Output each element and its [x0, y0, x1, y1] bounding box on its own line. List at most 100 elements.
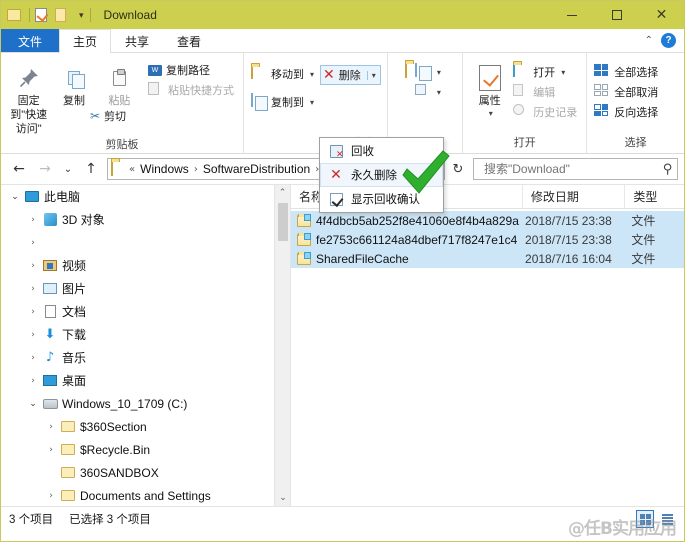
- tab-home[interactable]: 主页: [59, 29, 112, 53]
- minimize-button[interactable]: [549, 1, 594, 29]
- nav-item-documents-and-settings[interactable]: › Documents and Settings: [1, 484, 290, 506]
- paste-shortcut-button[interactable]: 粘贴快捷方式: [146, 81, 238, 99]
- breadcrumb-item-windows[interactable]: Windows: [138, 162, 191, 176]
- chevron-right-icon[interactable]: ›: [43, 491, 59, 501]
- breadcrumb-item-softwaredistribution[interactable]: SoftwareDistribution: [201, 162, 312, 176]
- column-header-date[interactable]: 修改日期: [523, 185, 626, 209]
- nav-item-row-2[interactable]: ›: [1, 231, 290, 254]
- nav-item--recycle-bin[interactable]: › $Recycle.Bin: [1, 438, 290, 461]
- chevron-down-icon[interactable]: ▾: [310, 70, 314, 79]
- chevron-down-icon[interactable]: ▾: [437, 68, 441, 77]
- copy-to-button[interactable]: 复制到 ▾: [249, 93, 318, 111]
- chevron-right-icon[interactable]: ›: [25, 238, 41, 248]
- chevron-down-icon[interactable]: ▾: [489, 109, 493, 119]
- chevron-down-icon[interactable]: ⌄: [7, 192, 23, 202]
- paste-icon[interactable]: [55, 7, 71, 23]
- chevron-right-icon[interactable]: ›: [43, 422, 59, 432]
- search-icon[interactable]: ⚲: [663, 162, 673, 177]
- properties-icon[interactable]: [35, 7, 51, 23]
- folder-icon: [297, 232, 311, 246]
- explorer-body: ⌄ 此电脑 › 3D 对象 › › 视频 › 图片 › 文档 › ⬇ 下载 › ♪ 音乐 › 桌面 ⌄ Windows_…: [1, 184, 684, 506]
- chevron-right-icon[interactable]: ›: [43, 445, 59, 455]
- nav-item-3d-[interactable]: › 3D 对象: [1, 208, 290, 231]
- chevron-right-icon[interactable]: ›: [25, 215, 41, 225]
- chevron-down-icon[interactable]: ▾: [561, 68, 565, 77]
- back-button[interactable]: ←: [7, 157, 31, 181]
- easy-access-button[interactable]: ▾: [413, 83, 445, 101]
- tab-file[interactable]: 文件: [1, 29, 60, 52]
- nav-item--[interactable]: › 桌面: [1, 369, 290, 392]
- refresh-button[interactable]: ↻: [447, 158, 469, 180]
- nav-item--360section[interactable]: › $360Section: [1, 415, 290, 438]
- tab-view[interactable]: 查看: [163, 29, 215, 52]
- chevron-right-icon[interactable]: ›: [25, 330, 41, 340]
- properties-button[interactable]: 属性 ▾: [468, 57, 511, 119]
- nav-item--[interactable]: › 图片: [1, 277, 290, 300]
- chevron-right-icon[interactable]: ›: [25, 353, 41, 363]
- nav-item-label: 音乐: [62, 351, 87, 365]
- details-view-button[interactable]: [658, 510, 676, 528]
- scroll-down-arrow-icon[interactable]: ⌄: [275, 490, 290, 506]
- chevron-down-icon[interactable]: ⌄: [25, 399, 41, 409]
- navigation-scrollbar[interactable]: ⌃ ⌄: [274, 185, 290, 506]
- pin-to-quick-access-button[interactable]: 固定到"快速访问": [6, 57, 51, 136]
- delete-dropdown-arrow[interactable]: ▾: [366, 70, 376, 80]
- forward-button[interactable]: →: [33, 157, 57, 181]
- up-button[interactable]: ↑: [79, 157, 103, 181]
- open-button[interactable]: 打开 ▾: [511, 63, 581, 81]
- help-icon[interactable]: ?: [661, 33, 676, 48]
- chevron-right-icon[interactable]: ›: [25, 307, 41, 317]
- nav-item--[interactable]: › ♪ 音乐: [1, 346, 290, 369]
- chevron-down-icon[interactable]: ▾: [437, 88, 441, 97]
- large-icons-view-button[interactable]: [636, 510, 654, 528]
- nav-item--[interactable]: › ⬇ 下载: [1, 323, 290, 346]
- new-folder-button[interactable]: [404, 62, 407, 78]
- menu-item-show-recycle-confirmation[interactable]: 显示回收确认: [320, 187, 443, 211]
- nav-item--[interactable]: ⌄ 此电脑: [1, 185, 290, 208]
- chevron-down-icon[interactable]: ▾: [310, 98, 314, 107]
- new-folder-icon[interactable]: [7, 7, 23, 23]
- copy-button[interactable]: 复制: [51, 57, 96, 109]
- navigation-tree: ⌄ 此电脑 › 3D 对象 › › 视频 › 图片 › 文档 › ⬇ 下载 › ♪ 音乐 › 桌面 ⌄ Windows_…: [1, 185, 290, 506]
- new-item-icon: [414, 63, 431, 80]
- search-box[interactable]: ⚲: [473, 158, 678, 180]
- breadcrumb-overflow[interactable]: «: [129, 164, 135, 175]
- column-header-type[interactable]: 类型: [625, 185, 684, 209]
- recent-locations-button[interactable]: ⌄: [59, 157, 77, 181]
- copy-path-button[interactable]: W 复制路径: [146, 61, 238, 79]
- tab-share[interactable]: 共享: [111, 29, 163, 52]
- breadcrumb-separator[interactable]: ›: [194, 164, 198, 175]
- chevron-right-icon[interactable]: ›: [25, 376, 41, 386]
- scroll-up-arrow-icon[interactable]: ⌃: [275, 185, 290, 201]
- nav-item--[interactable]: › 文档: [1, 300, 290, 323]
- menu-item-recycle[interactable]: 回收: [320, 139, 443, 163]
- delete-button[interactable]: ✕ 删除 ▾: [320, 65, 381, 85]
- invert-selection-button[interactable]: 反向选择: [592, 103, 662, 121]
- select-none-button[interactable]: 全部取消: [592, 83, 662, 101]
- table-row[interactable]: SharedFileCache 2018/7/16 16:04 文件: [291, 249, 684, 268]
- chevron-right-icon[interactable]: ›: [25, 261, 41, 271]
- table-row[interactable]: fe2753c661124a84dbef717f8247e1c4 2018/7/1…: [291, 230, 684, 249]
- nav-item--[interactable]: › 视频: [1, 254, 290, 277]
- chevron-up-icon[interactable]: ⌃: [645, 35, 653, 46]
- nav-item-windows-10-1709-c-[interactable]: ⌄ Windows_10_1709 (C:): [1, 392, 290, 415]
- select-all-button[interactable]: 全部选择: [592, 63, 662, 81]
- search-input[interactable]: [482, 161, 664, 177]
- status-bar: 3 个项目 已选择 3 个项目: [1, 506, 684, 530]
- edit-button[interactable]: 编辑: [511, 83, 581, 101]
- maximize-button[interactable]: [594, 1, 639, 29]
- menu-item-permanent-delete[interactable]: ✕ 永久删除: [320, 163, 443, 187]
- table-row[interactable]: 4f4dbcb5ab252f8e41060e8f4b4a829a 2018/7/1…: [291, 211, 684, 230]
- close-button[interactable]: ✕: [639, 1, 684, 29]
- cut-button[interactable]: ✂ 剪切: [88, 107, 238, 125]
- paste-button[interactable]: 粘贴: [97, 57, 142, 109]
- move-to-button[interactable]: 移动到 ▾: [249, 65, 318, 83]
- chevron-down-icon[interactable]: ▾: [79, 10, 84, 20]
- nav-item-360sandbox[interactable]: 360SANDBOX: [1, 461, 290, 484]
- edit-icon: [513, 84, 529, 100]
- chevron-right-icon[interactable]: ›: [25, 284, 41, 294]
- new-item-button[interactable]: ▾: [413, 63, 445, 81]
- checkbox-checked-icon[interactable]: [327, 192, 345, 206]
- scrollbar-thumb[interactable]: [278, 203, 288, 241]
- history-button[interactable]: 历史记录: [511, 103, 581, 121]
